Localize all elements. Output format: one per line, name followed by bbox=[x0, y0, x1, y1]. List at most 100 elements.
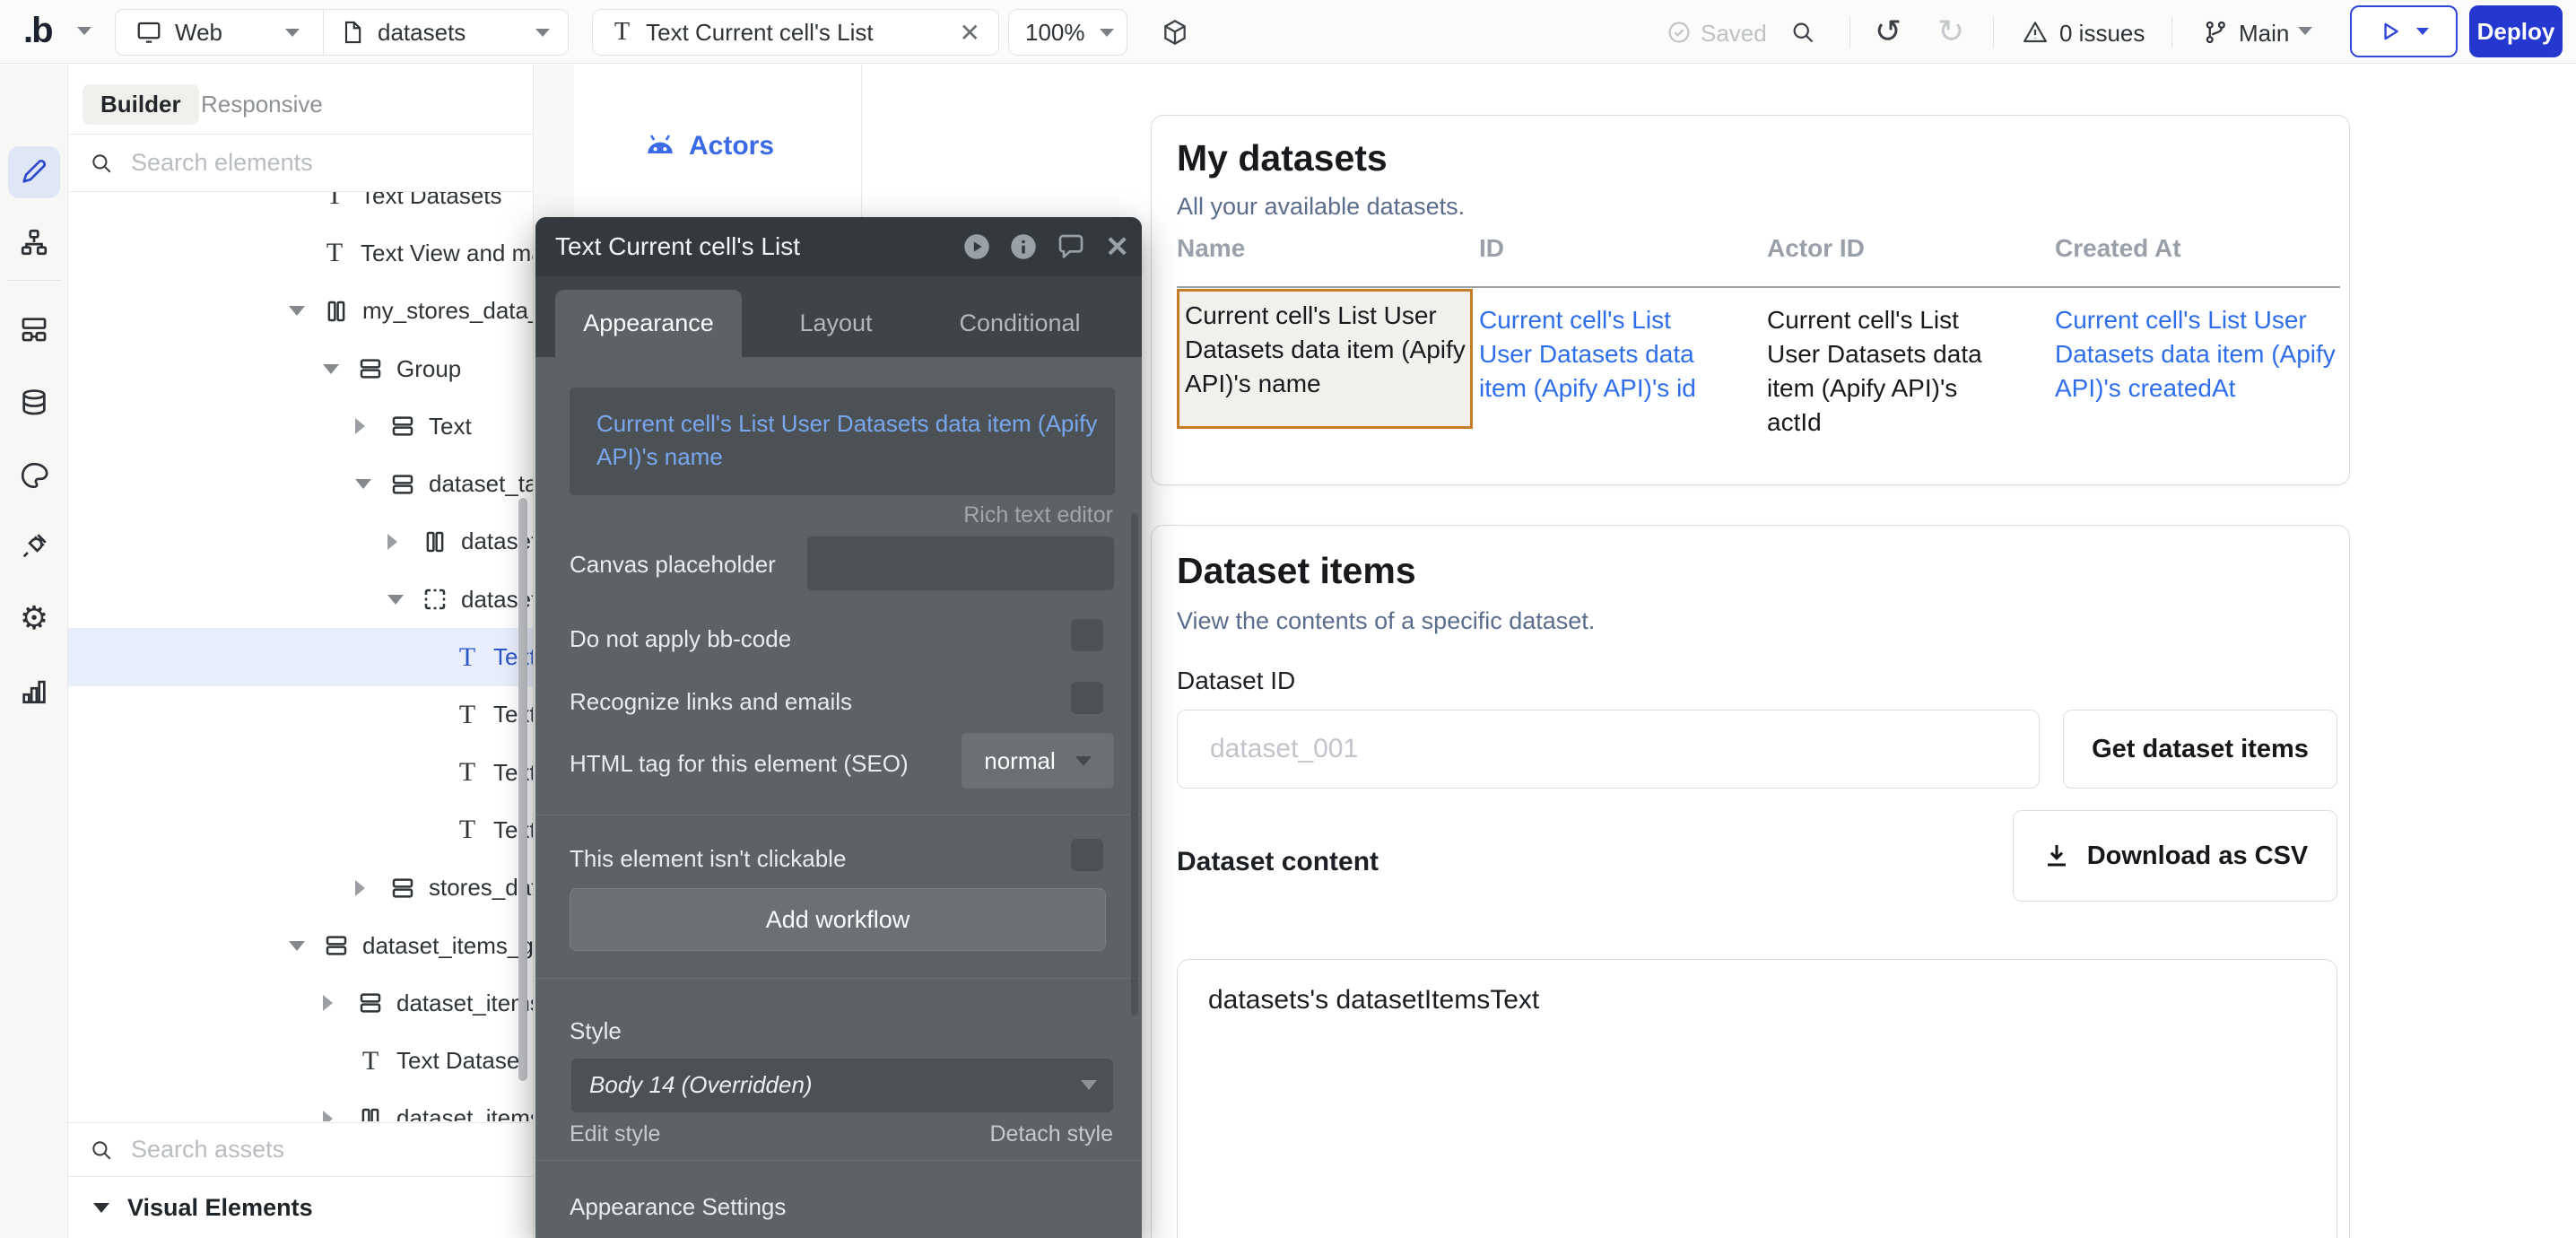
device-chevron-down-icon[interactable] bbox=[285, 29, 300, 37]
edit-style-link[interactable]: Edit style bbox=[570, 1121, 660, 1147]
dataset-items-card: Dataset items View the contents of a spe… bbox=[1151, 525, 2350, 1238]
tree-item-text-datasets[interactable]: TText Datasets bbox=[68, 192, 533, 224]
chevron-right-icon[interactable] bbox=[387, 534, 420, 550]
html-tag-dropdown[interactable]: normal bbox=[962, 733, 1114, 789]
add-workflow-button[interactable]: Add workflow bbox=[570, 888, 1106, 951]
tree-item-dataset-ta[interactable]: dataset_ta... bbox=[68, 513, 533, 571]
canvas-placeholder-input[interactable] bbox=[807, 536, 1114, 590]
chevron-right-icon[interactable] bbox=[355, 418, 387, 434]
chevron-down-icon[interactable] bbox=[323, 364, 355, 374]
device-label[interactable]: Web bbox=[175, 19, 222, 47]
tab-layout[interactable]: Layout bbox=[746, 290, 926, 357]
preview-element-icon[interactable] bbox=[963, 233, 990, 260]
branch-name[interactable]: Main bbox=[2239, 20, 2289, 48]
search-icon bbox=[90, 152, 113, 175]
tree-item-dataset-re[interactable]: dataset_re... bbox=[68, 571, 533, 628]
tree-item-label: dataset_items_title bbox=[396, 990, 533, 1017]
dataset-id-input[interactable] bbox=[1208, 733, 1940, 765]
comment-icon[interactable] bbox=[1057, 233, 1085, 260]
tree-item-text-cu[interactable]: TText Cu... bbox=[68, 686, 533, 744]
bbcode-checkbox[interactable] bbox=[1071, 619, 1103, 651]
close-icon[interactable]: ✕ bbox=[1105, 233, 1129, 260]
tree-item-my-stores-data-table[interactable]: my_stores_data_table bbox=[68, 283, 533, 340]
tree-scrollbar[interactable] bbox=[518, 498, 527, 1081]
tab-conditional[interactable]: Conditional bbox=[930, 290, 1110, 357]
bubble-logo[interactable]: .b bbox=[23, 11, 52, 51]
my-datasets-card: My datasets All your available datasets.… bbox=[1151, 115, 2350, 485]
links-checkbox[interactable] bbox=[1071, 682, 1103, 714]
preview-button[interactable] bbox=[2350, 5, 2458, 57]
detach-style-link[interactable]: Detach style bbox=[989, 1121, 1113, 1147]
style-dropdown[interactable]: Body 14 (Overridden) bbox=[571, 1059, 1113, 1112]
page-sidebar-item-actors[interactable]: Actors bbox=[644, 131, 774, 161]
logs-chart-icon[interactable] bbox=[19, 676, 49, 706]
info-icon[interactable] bbox=[1010, 233, 1037, 260]
undo-icon[interactable]: ↺ bbox=[1875, 13, 1902, 50]
tab-responsive[interactable]: Responsive bbox=[201, 91, 323, 118]
rich-text-box[interactable]: Current cell's List User Datasets data i… bbox=[570, 388, 1115, 495]
toolbar: .b Web datasets T Text Current cell's Li… bbox=[0, 0, 2576, 64]
database-icon[interactable] bbox=[19, 388, 49, 418]
tab-appearance[interactable]: Appearance bbox=[555, 290, 742, 357]
chevron-down-icon[interactable] bbox=[289, 306, 321, 316]
table-cell-name-selected[interactable]: Current cell's List User Datasets data i… bbox=[1177, 289, 1473, 429]
search-assets-input[interactable] bbox=[129, 1135, 425, 1164]
get-dataset-items-button[interactable]: Get dataset items bbox=[2063, 710, 2337, 789]
tree-item-dataset-items-group[interactable]: dataset_items_group bbox=[68, 917, 533, 974]
chevron-down-icon[interactable] bbox=[387, 595, 420, 605]
panel-mode-tabs: Builder Responsive bbox=[68, 65, 533, 135]
table-cell-created-at[interactable]: Current cell's List User Datasets data i… bbox=[2055, 303, 2344, 405]
visual-elements-section[interactable]: Visual Elements bbox=[68, 1176, 533, 1238]
dataset-content-box[interactable]: datasets's datasetItemsText bbox=[1177, 959, 2337, 1238]
search-elements-input[interactable] bbox=[129, 148, 425, 178]
download-csv-button[interactable]: Download as CSV bbox=[2013, 810, 2337, 902]
component-cube-icon[interactable] bbox=[1161, 18, 1189, 47]
design-pencil-icon[interactable] bbox=[19, 156, 49, 187]
tree-item-text-cu[interactable]: TText Cu... bbox=[68, 801, 533, 859]
tree-item-dataset-table[interactable]: dataset_table... bbox=[68, 455, 533, 512]
chevron-right-icon[interactable] bbox=[355, 880, 387, 896]
deploy-button[interactable]: Deploy bbox=[2469, 5, 2563, 57]
styles-palette-icon[interactable] bbox=[19, 460, 49, 491]
chevron-right-icon[interactable] bbox=[323, 1111, 355, 1121]
tree-item-text-cu[interactable]: TText Cu... bbox=[68, 628, 533, 685]
tree-item-text[interactable]: Text bbox=[68, 397, 533, 455]
chevron-down-icon[interactable] bbox=[289, 941, 321, 951]
search-icon[interactable] bbox=[1790, 20, 1815, 45]
divider bbox=[535, 1160, 1142, 1161]
clickable-checkbox[interactable] bbox=[1071, 839, 1103, 871]
logo-chevron-down-icon[interactable] bbox=[77, 27, 91, 35]
table-cell-id[interactable]: Current cell's List User Datasets data i… bbox=[1479, 303, 1723, 405]
tree-item-dataset-items-in[interactable]: dataset_items_in... bbox=[68, 1090, 533, 1121]
tree-item-dataset-items-title[interactable]: dataset_items_title bbox=[68, 974, 533, 1032]
redo-icon[interactable]: ↻ bbox=[1937, 13, 1964, 50]
zoom-level: 100% bbox=[1025, 19, 1085, 47]
panel-scrollbar[interactable] bbox=[1131, 513, 1138, 1016]
columns-element-icon bbox=[420, 528, 450, 555]
plugins-plug-icon[interactable] bbox=[19, 531, 49, 562]
chevron-down-icon bbox=[1081, 1080, 1097, 1090]
tree-item-stores-data-b[interactable]: stores_data_b... bbox=[68, 859, 533, 917]
dataset-items-subtitle: View the contents of a specific dataset. bbox=[1177, 607, 1595, 635]
workflow-sitemap-icon[interactable] bbox=[19, 227, 49, 257]
tree-item-text-cu[interactable]: TText Cu... bbox=[68, 744, 533, 801]
close-tab-icon[interactable]: ✕ bbox=[960, 18, 980, 48]
components-icon[interactable] bbox=[19, 314, 49, 344]
tree-item-text-view-and-mana[interactable]: TText View and mana... bbox=[68, 224, 533, 282]
issues-count[interactable]: 0 issues bbox=[2059, 20, 2145, 48]
page-label[interactable]: datasets bbox=[378, 19, 466, 47]
chevron-right-icon[interactable] bbox=[323, 995, 355, 1011]
settings-gear-icon[interactable]: ⚙ bbox=[19, 603, 49, 633]
zoom-selector[interactable]: 100% bbox=[1008, 9, 1127, 56]
branch-chevron-down-icon[interactable] bbox=[2298, 27, 2312, 35]
property-editor-title: Text Current cell's List bbox=[555, 232, 800, 261]
tree-item-text-dataset-id[interactable]: TText Dataset ID bbox=[68, 1032, 533, 1089]
page-chevron-down-icon[interactable] bbox=[535, 29, 550, 37]
chevron-down-icon[interactable] bbox=[355, 479, 387, 489]
tree-item-group[interactable]: Group bbox=[68, 340, 533, 397]
open-element-tab[interactable]: T Text Current cell's List ✕ bbox=[592, 9, 999, 56]
table-cell-actor-id[interactable]: Current cell's List User Datasets data i… bbox=[1767, 303, 2006, 440]
group-element-icon bbox=[355, 355, 386, 382]
rich-text-editor-hint[interactable]: Rich text editor bbox=[963, 502, 1113, 528]
tab-builder[interactable]: Builder bbox=[83, 84, 199, 125]
